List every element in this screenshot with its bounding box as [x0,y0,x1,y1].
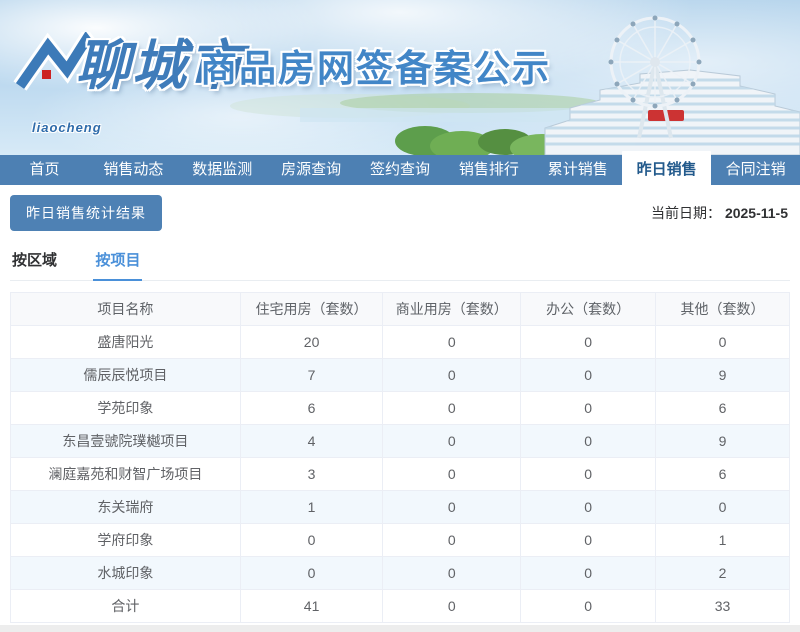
other-cell: 6 [655,458,789,491]
total-label-cell: 合计 [11,590,241,623]
office-cell: 0 [521,491,656,524]
page: liaocheng 聊城市 商品房网签备案公示 首页 销售动态 数据监测 房源查… [0,0,800,632]
site-title: 商品房网签备案公示 [200,48,551,90]
nav-item-sales-trends[interactable]: 销售动态 [89,155,178,185]
building-illustration [540,70,800,155]
other-cell: 2 [655,557,789,590]
yesterday-sales-result-button[interactable]: 昨日销售统计结果 [10,195,162,231]
column-header-residential: 住宅用房（套数） [240,293,383,326]
current-date-value: 2025-11-5 [725,205,788,221]
tab-by-project[interactable]: 按项目 [93,245,142,281]
nav-item-cumulative-sales[interactable]: 累计销售 [533,155,622,185]
other-total-cell: 33 [655,590,789,623]
residential-total-cell: 41 [240,590,383,623]
table-total-row: 合计 41 0 0 33 [11,590,790,623]
table-row: 学苑印象 6 0 0 6 [11,392,790,425]
column-header-other: 其他（套数） [655,293,789,326]
commercial-cell: 0 [383,425,521,458]
column-header-commercial: 商业用房（套数） [383,293,521,326]
column-header-project-name: 项目名称 [11,293,241,326]
tab-by-region[interactable]: 按区域 [10,245,59,279]
nav-item-contract-cancellation[interactable]: 合同注销 [711,155,800,185]
nav-item-sales-ranking[interactable]: 销售排行 [444,155,533,185]
table-row: 学府印象 0 0 0 1 [11,524,790,557]
nav-item-home[interactable]: 首页 [0,155,89,185]
logo-red-square [42,70,51,79]
other-cell: 9 [655,425,789,458]
project-name-cell: 学府印象 [11,524,241,557]
residential-cell: 3 [240,458,383,491]
residential-cell: 1 [240,491,383,524]
current-date: 当前日期： 2025-11-5 [651,203,790,223]
residential-cell: 4 [240,425,383,458]
nav-item-contract-search[interactable]: 签约查询 [356,155,445,185]
office-cell: 0 [521,524,656,557]
main-nav: 首页 销售动态 数据监测 房源查询 签约查询 销售排行 累计销售 昨日销售 合同… [0,155,800,185]
table-row: 儒辰辰悦项目 7 0 0 9 [11,359,790,392]
commercial-cell: 0 [383,491,521,524]
nav-item-data-monitor[interactable]: 数据监测 [178,155,267,185]
other-cell: 0 [655,491,789,524]
residential-cell: 0 [240,557,383,590]
project-name-cell: 儒辰辰悦项目 [11,359,241,392]
office-cell: 0 [521,326,656,359]
toolbar: 昨日销售统计结果 当前日期： 2025-11-5 [10,195,790,231]
office-cell: 0 [521,392,656,425]
project-name-cell: 水城印象 [11,557,241,590]
table-row: 澜庭嘉苑和财智广场项目 3 0 0 6 [11,458,790,491]
table-row: 东昌壹號院璞樾项目 4 0 0 9 [11,425,790,458]
commercial-total-cell: 0 [383,590,521,623]
residential-cell: 6 [240,392,383,425]
project-name-cell: 东昌壹號院璞樾项目 [11,425,241,458]
project-name-cell: 澜庭嘉苑和财智广场项目 [11,458,241,491]
office-cell: 0 [521,458,656,491]
main-content: 昨日销售统计结果 当前日期： 2025-11-5 按区域 按项目 项目名称 住宅… [0,195,800,623]
residential-cell: 20 [240,326,383,359]
other-cell: 6 [655,392,789,425]
nav-item-listing-search[interactable]: 房源查询 [267,155,356,185]
commercial-cell: 0 [383,326,521,359]
logo-script-text: liaocheng [32,120,102,135]
project-name-cell: 东关瑞府 [11,491,241,524]
commercial-cell: 0 [383,524,521,557]
current-date-label: 当前日期： [651,205,721,221]
table-row: 盛唐阳光 20 0 0 0 [11,326,790,359]
footer-divider [0,625,800,632]
column-header-office: 办公（套数） [521,293,656,326]
commercial-cell: 0 [383,392,521,425]
other-cell: 1 [655,524,789,557]
residential-cell: 0 [240,524,383,557]
commercial-cell: 0 [383,557,521,590]
table-row: 水城印象 0 0 0 2 [11,557,790,590]
residential-cell: 7 [240,359,383,392]
office-total-cell: 0 [521,590,656,623]
project-name-cell: 盛唐阳光 [11,326,241,359]
sales-table: 项目名称 住宅用房（套数） 商业用房（套数） 办公（套数） 其他（套数） 盛唐阳… [10,292,790,623]
table-row: 东关瑞府 1 0 0 0 [11,491,790,524]
table-header-row: 项目名称 住宅用房（套数） 商业用房（套数） 办公（套数） 其他（套数） [11,293,790,326]
nav-item-yesterday-sales[interactable]: 昨日销售 [622,151,711,189]
commercial-cell: 0 [383,458,521,491]
other-cell: 0 [655,326,789,359]
office-cell: 0 [521,557,656,590]
commercial-cell: 0 [383,359,521,392]
view-tabbar: 按区域 按项目 [10,245,790,281]
office-cell: 0 [521,425,656,458]
project-name-cell: 学苑印象 [11,392,241,425]
header-banner: liaocheng 聊城市 商品房网签备案公示 [0,0,800,155]
office-cell: 0 [521,359,656,392]
other-cell: 9 [655,359,789,392]
